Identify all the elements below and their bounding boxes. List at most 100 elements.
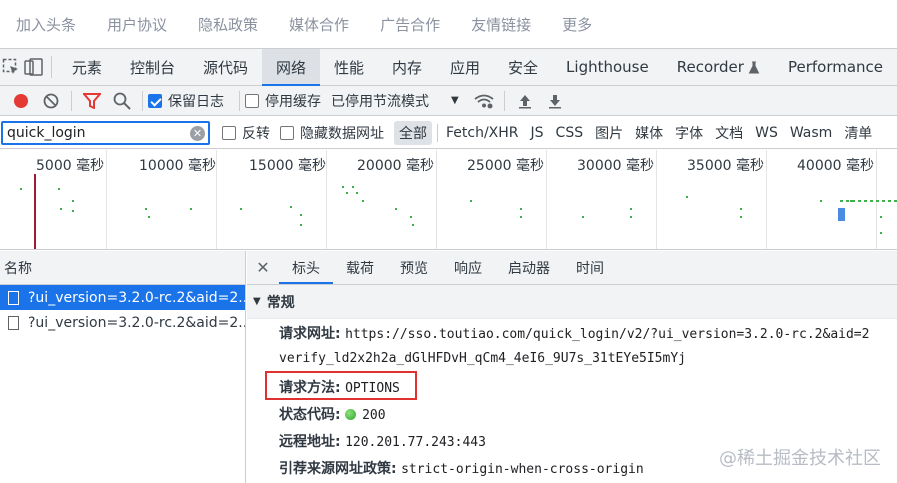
request-url-value: https://sso.toutiao.com/quick_login/v2/?… — [345, 327, 870, 342]
preserve-log-check[interactable] — [148, 93, 162, 108]
filter-input[interactable] — [7, 124, 187, 141]
request-row[interactable]: ?ui_version=3.2.0-rc.2&aid=2... — [0, 285, 245, 310]
site-nav-privacy[interactable]: 隐私政策 — [198, 14, 258, 35]
filter-type-font[interactable]: 字体 — [670, 121, 708, 145]
timeline-request-mark — [582, 216, 584, 218]
invert-checkbox[interactable]: 反转 — [222, 123, 270, 143]
tab-recorder[interactable]: Recorder — [663, 49, 774, 85]
request-name: ?ui_version=3.2.0-rc.2&aid=2... — [28, 289, 245, 306]
timeline-request-mark — [630, 216, 632, 218]
remote-address-value: 120.201.77.243:443 — [345, 435, 486, 450]
timeline-request-mark — [240, 208, 242, 210]
tab-memory[interactable]: 内存 — [378, 49, 436, 85]
referrer-policy-label: 引荐来源网址政策: — [279, 461, 397, 477]
disable-cache-checkbox[interactable]: 停用缓存 — [245, 91, 321, 111]
preserve-log-checkbox[interactable]: 保留日志 — [148, 91, 224, 111]
timeline-label: 10000 毫秒 — [139, 158, 216, 174]
timeline-gridline — [766, 150, 767, 249]
search-button[interactable] — [107, 87, 137, 115]
record-button[interactable] — [6, 87, 36, 115]
site-nav-terms[interactable]: 用户协议 — [107, 14, 167, 35]
timeline-request-mark — [412, 224, 414, 226]
clear-filter-icon[interactable]: ✕ — [190, 125, 205, 141]
disable-cache-label: 停用缓存 — [265, 93, 321, 110]
timeline-label: 5000 毫秒 — [36, 158, 105, 174]
site-nav-media[interactable]: 媒体合作 — [289, 14, 349, 35]
network-overview-timeline[interactable]: 5000 毫秒 10000 毫秒 15000 毫秒 20000 毫秒 25000… — [0, 150, 897, 250]
request-url-label: 请求网址: — [279, 326, 341, 342]
filter-type-media[interactable]: 媒体 — [630, 121, 668, 145]
timeline-request-bar — [840, 200, 897, 202]
filter-type-wasm[interactable]: Wasm — [785, 123, 837, 143]
preserve-log-label: 保留日志 — [168, 93, 224, 110]
disable-cache-check[interactable] — [245, 93, 259, 108]
hide-data-urls-check[interactable] — [280, 125, 294, 140]
tab-console[interactable]: 控制台 — [116, 49, 189, 85]
device-toolbar-icon[interactable] — [23, 49, 46, 85]
tab-network[interactable]: 网络 — [261, 49, 320, 86]
tab-initiator[interactable]: 启动器 — [495, 251, 563, 284]
timeline-request-mark — [880, 216, 882, 218]
filter-type-ws[interactable]: WS — [750, 123, 783, 143]
status-ok-icon — [345, 409, 357, 420]
timeline-request-mark — [60, 208, 62, 210]
request-url-value-cont: verify_ld2x2h2a_dGlHFDvH_qCm4_4eI6_9U7s_… — [279, 351, 686, 366]
filter-type-css[interactable]: CSS — [551, 123, 589, 143]
tab-payload[interactable]: 载荷 — [333, 251, 387, 284]
site-nav-join[interactable]: 加入头条 — [16, 14, 76, 35]
request-row[interactable]: ?ui_version=3.2.0-rc.2&aid=2... — [0, 310, 245, 335]
inspect-element-icon[interactable] — [0, 49, 23, 85]
general-section-header[interactable]: ▼ 常规 — [247, 285, 897, 319]
timeline-request-mark — [190, 208, 192, 210]
tab-lighthouse[interactable]: Lighthouse — [552, 49, 663, 85]
timeline-request-mark — [346, 192, 348, 194]
invert-check[interactable] — [222, 125, 236, 140]
tab-headers[interactable]: 标头 — [279, 251, 333, 284]
tab-performance[interactable]: 性能 — [320, 49, 378, 85]
throttling-select[interactable]: 已停用节流模式 ▼ — [331, 91, 459, 111]
site-nav-more[interactable]: 更多 — [562, 14, 592, 35]
tab-application[interactable]: 应用 — [436, 49, 494, 85]
import-har-button[interactable] — [510, 87, 540, 115]
timeline-request-mark — [352, 186, 354, 188]
filter-button[interactable] — [77, 87, 107, 115]
timeline-request-mark — [740, 208, 742, 210]
tab-elements[interactable]: 元素 — [58, 49, 116, 85]
filter-type-img[interactable]: 图片 — [590, 121, 628, 145]
filter-type-js[interactable]: JS — [526, 123, 549, 143]
general-section-title: 常规 — [266, 294, 295, 311]
filter-type-manifest[interactable]: 清单 — [839, 121, 877, 145]
watermark: @稀土掘金技术社区 — [719, 448, 881, 469]
filter-type-all[interactable]: 全部 — [394, 120, 432, 145]
highlight-box — [265, 371, 417, 400]
site-nav-ads[interactable]: 广告合作 — [380, 14, 440, 35]
tab-timing[interactable]: 时间 — [563, 251, 617, 284]
timeline-request-mark — [520, 216, 522, 218]
timeline-request-mark — [290, 206, 292, 208]
tab-performance-insights[interactable]: Performance — [774, 49, 897, 85]
tab-sources[interactable]: 源代码 — [189, 49, 262, 85]
upload-icon — [518, 94, 531, 108]
tab-preview[interactable]: 预览 — [387, 251, 441, 284]
throttling-value: 已停用节流模式 — [331, 93, 429, 110]
tab-security[interactable]: 安全 — [494, 49, 552, 85]
triangle-down-icon: ▼ — [253, 296, 261, 307]
clear-button[interactable] — [36, 87, 66, 115]
request-list-header[interactable]: 名称 — [0, 251, 245, 285]
site-nav-links[interactable]: 友情链接 — [471, 14, 531, 35]
filter-type-doc[interactable]: 文档 — [710, 121, 748, 145]
site-nav: 加入头条 用户协议 隐私政策 媒体合作 广告合作 友情链接 更多 — [0, 0, 897, 48]
close-icon[interactable]: ✕ — [247, 258, 279, 277]
timeline-request-mark — [395, 208, 397, 210]
export-har-button[interactable] — [540, 87, 570, 115]
network-conditions-button[interactable] — [469, 87, 499, 115]
timeline-request-mark — [58, 188, 60, 190]
timeline-gridline — [436, 150, 437, 249]
request-name: ?ui_version=3.2.0-rc.2&aid=2... — [28, 314, 245, 331]
tab-recorder-label: Recorder — [676, 58, 744, 76]
filter-type-fetch-xhr[interactable]: Fetch/XHR — [441, 123, 524, 143]
filter-field[interactable]: ✕ — [1, 120, 210, 145]
hide-data-urls-checkbox[interactable]: 隐藏数据网址 — [280, 123, 384, 143]
request-url-continued: verify_ld2x2h2a_dGlHFDvH_qCm4_4eI6_9U7s_… — [279, 350, 686, 366]
tab-response[interactable]: 响应 — [441, 251, 495, 284]
